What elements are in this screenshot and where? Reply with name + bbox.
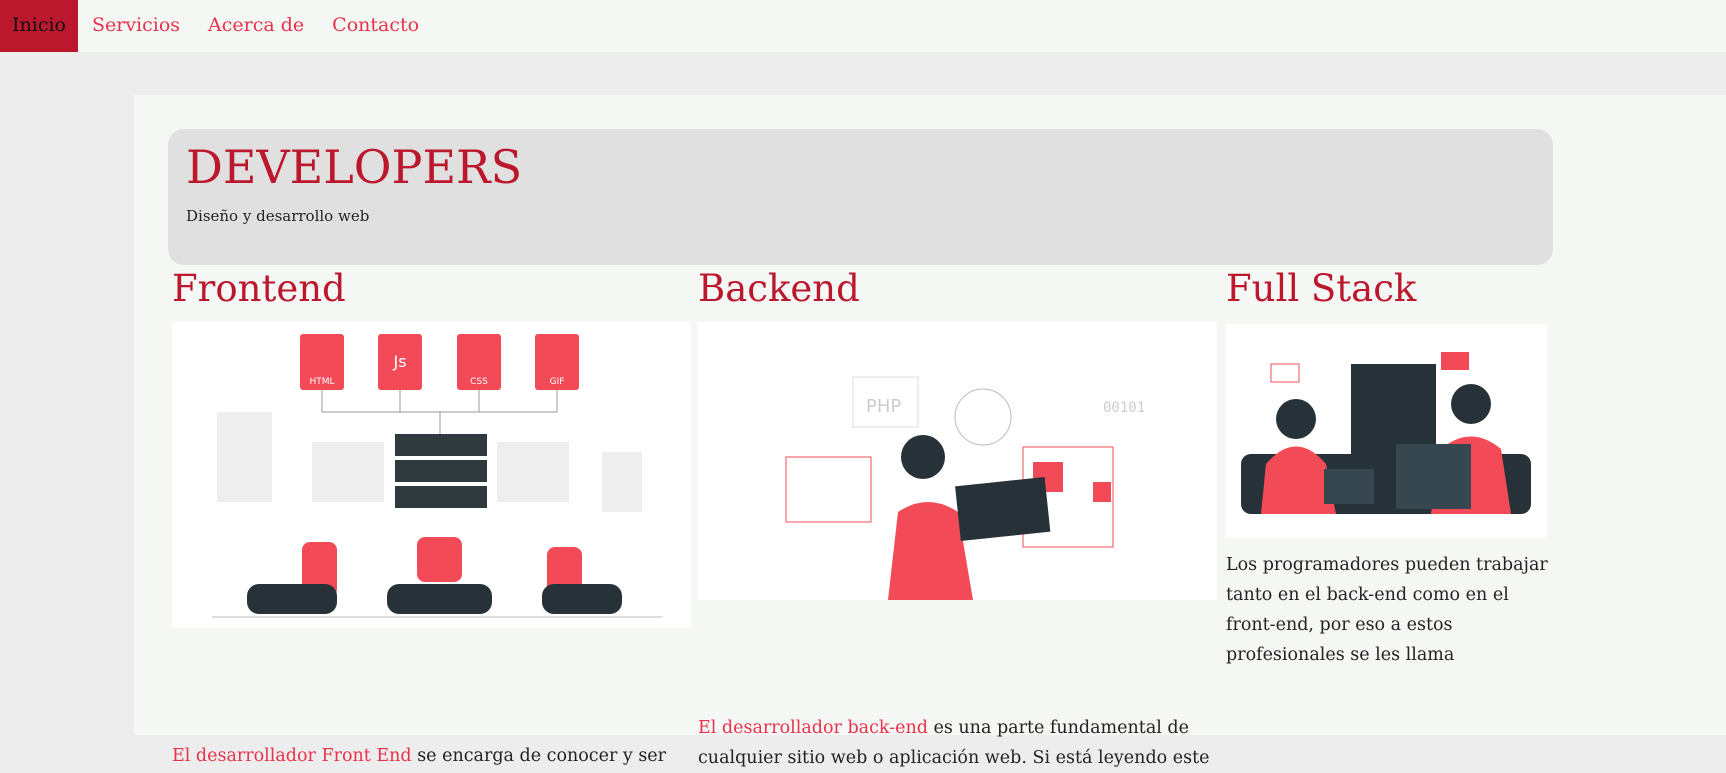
nav-servicios[interactable]: Servicios [78,0,194,52]
frontend-illustration: HTML Js CSS GIF [172,322,691,628]
main-container: DEVELOPERS Diseño y desarrollo web Front… [134,95,1726,768]
nav-acerca-de[interactable]: Acerca de [194,0,318,52]
fullstack-title: Full Stack [1226,267,1417,310]
frontend-text: El desarrollador Front End se encarga de… [172,741,692,771]
js-file-icon: Js [392,352,406,371]
php-icon: PHP [866,396,901,417]
css-file-icon: CSS [470,377,488,387]
fullstack-column: Full Stack Los programadores pueden trab… [1226,267,1556,665]
nav-contacto[interactable]: Contacto [318,0,433,52]
top-nav: Inicio Servicios Acerca de Contacto [0,0,1726,52]
frontend-illustration-svg: HTML Js CSS GIF [212,334,662,618]
backend-title: Backend [698,267,860,310]
fullstack-text: Los programadores pueden trabajar tanto … [1226,555,1548,665]
backend-illustration-svg: PHP 00101 [785,376,1145,600]
fullstack-illustration [1226,324,1547,538]
nav-inicio[interactable]: Inicio [0,0,78,52]
html-file-icon: HTML [309,377,334,387]
gif-file-icon: GIF [550,377,565,387]
backend-link[interactable]: El desarrollador back-end [698,718,928,738]
backend-column: Backend PHP 00101 El desarrollador back-… [698,267,1218,768]
frontend-link[interactable]: El desarrollador Front End [172,746,412,766]
backend-text: El desarrollador back-end es una parte f… [698,713,1218,773]
frontend-column: Frontend HTML Js CSS GIF El desarrollado… [172,267,692,766]
frontend-body: se encarga de conocer y ser [411,746,667,766]
frontend-title: Frontend [172,267,346,310]
backend-illustration: PHP 00101 [698,322,1217,600]
page-title: DEVELOPERS [186,140,523,194]
jumbotron: DEVELOPERS Diseño y desarrollo web [168,129,1553,265]
page-subtitle: Diseño y desarrollo web [186,207,370,225]
binary-text: 00101 [1103,400,1145,416]
fullstack-illustration-svg [1241,352,1531,514]
